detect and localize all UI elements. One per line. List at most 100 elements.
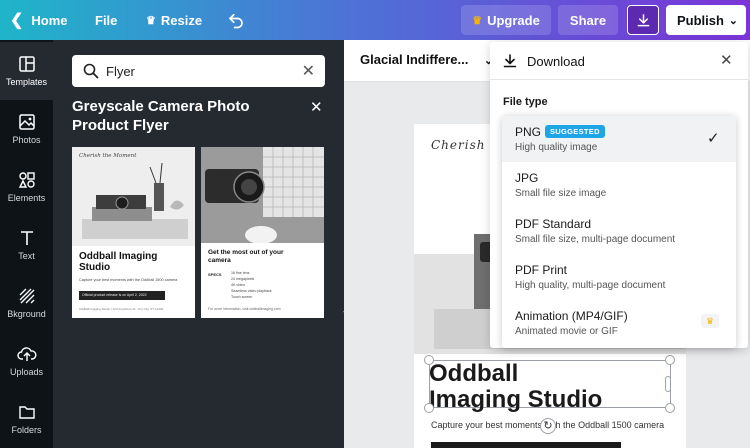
option-name: JPG <box>515 171 539 185</box>
thumb2-footer: For more information, visit oddballimagi… <box>208 307 281 311</box>
spec-item: Touch screen <box>231 295 253 299</box>
option-name: PNG <box>515 125 542 139</box>
crown-icon: ♛ <box>146 14 156 27</box>
file-type-label: File type <box>503 96 548 108</box>
file-type-option-pdf-print[interactable]: PDF Print High quality, multi-page docum… <box>502 254 736 300</box>
file-menu-button[interactable]: File <box>95 0 117 40</box>
search-box[interactable]: ✕ <box>72 55 325 87</box>
download-dropdown: Download ✕ File type PNG SUGGESTED High … <box>490 42 748 348</box>
crown-icon: ♛ <box>472 14 483 27</box>
thumb2-heading: Get the most out of your camera <box>208 249 284 264</box>
option-desc: Small file size image <box>515 188 607 199</box>
chevron-down-icon: ⌄ <box>728 14 738 27</box>
close-icon[interactable]: ✕ <box>720 51 733 69</box>
elements-icon <box>18 172 35 188</box>
chevron-left-icon: ❮ <box>10 12 24 29</box>
option-desc: High quality, multi-page document <box>515 280 666 291</box>
upgrade-button[interactable]: ♛ Upgrade <box>461 5 551 35</box>
resize-handle[interactable] <box>424 403 434 413</box>
template-thumbnail-back[interactable]: Get the most out of your camera SPECS 16… <box>201 147 324 318</box>
download-icon <box>637 13 649 26</box>
resize-handle[interactable] <box>424 355 434 365</box>
template-thumbnail-front[interactable]: Cherish the Moment Oddball Imaging Studi… <box>72 147 195 318</box>
resize-handle[interactable] <box>665 403 675 413</box>
camera-keyboard-photo <box>201 147 324 243</box>
rail-item-uploads[interactable]: Uploads <box>0 332 53 390</box>
premium-crown-icon: ♛ <box>701 314 719 328</box>
templates-panel: ✕ Greyscale Camera Photo Product Flyer ✕… <box>53 40 344 448</box>
home-button[interactable]: ❮ Home <box>10 0 68 40</box>
left-rail: Templates Photos Elements Text Bkground <box>0 40 53 448</box>
file-type-option-animation[interactable]: Animation (MP4/GIF) Animated movie or GI… <box>502 300 736 346</box>
rail-label: Photos <box>12 135 41 145</box>
rail-item-text[interactable]: Text <box>0 216 53 274</box>
resize-handle[interactable] <box>665 355 675 365</box>
rail-label: Text <box>18 251 35 261</box>
rail-item-photos[interactable]: Photos <box>0 100 53 158</box>
file-type-list: PNG SUGGESTED High quality image ✓ JPG S… <box>502 116 736 348</box>
publish-label: Publish <box>677 12 724 28</box>
page-release-bar <box>431 442 621 448</box>
option-desc: Animated movie or GIF <box>515 326 618 337</box>
rail-label: Uploads <box>9 367 44 377</box>
top-bar: ❮ Home File ♛ Resize ♛ Upgrade Share Pub… <box>0 0 750 40</box>
rail-item-elements[interactable]: Elements <box>0 158 53 216</box>
download-icon <box>503 54 517 68</box>
font-selector[interactable]: Glacial Indiffere... ⌄ <box>360 52 493 67</box>
resize-label: Resize <box>160 12 203 28</box>
share-button[interactable]: Share <box>558 5 618 35</box>
rail-item-templates[interactable]: Templates <box>0 42 53 100</box>
rail-label: Folders <box>11 425 42 435</box>
suggested-badge: SUGGESTED <box>545 125 605 138</box>
rail-item-background[interactable]: Bkground <box>0 274 53 332</box>
thumb-footer: Oddball Imaging Studio | 123 Anywhere St… <box>79 307 164 311</box>
search-icon <box>83 63 99 79</box>
file-label: File <box>95 12 118 28</box>
file-type-option-pdf-standard[interactable]: PDF Standard Small file size, multi-page… <box>502 208 736 254</box>
option-name: PDF Standard <box>515 217 592 231</box>
thumb2-spec-list: 16 fine lens 24 megapixels 4K video Seam… <box>231 270 272 300</box>
rail-label: Elements <box>7 193 46 203</box>
close-icon[interactable]: ✕ <box>310 98 323 116</box>
download-title: Download <box>527 54 585 69</box>
rail-item-folders[interactable]: Folders <box>0 390 53 448</box>
option-name: PDF Print <box>515 263 568 277</box>
thumb-title: Oddball Imaging Studio <box>79 251 158 273</box>
upgrade-label: Upgrade <box>487 12 540 28</box>
page-title-line1[interactable]: Oddball <box>429 361 518 387</box>
publish-button[interactable]: Publish ⌄ <box>666 5 746 35</box>
download-header: Download ✕ <box>490 42 748 80</box>
download-button[interactable] <box>627 5 659 35</box>
undo-icon <box>229 13 243 29</box>
rail-label: Bkground <box>7 309 46 319</box>
template-title: Greyscale Camera Photo Product Flyer <box>72 98 250 134</box>
checkmark-icon: ✓ <box>707 130 720 147</box>
rotate-handle[interactable]: ↻ <box>540 418 556 434</box>
background-icon <box>19 288 34 304</box>
thumb-tagline: Capture your best moments with the Oddba… <box>79 278 178 282</box>
photos-icon <box>18 114 35 130</box>
thumb2-specs-label: SPECS <box>208 272 222 277</box>
option-name: Animation (MP4/GIF) <box>515 309 628 323</box>
templates-icon <box>18 56 35 72</box>
share-label: Share <box>569 12 607 28</box>
camera-photo: Cherish the Moment <box>72 147 195 246</box>
resize-handle-side[interactable] <box>665 376 671 392</box>
file-type-option-jpg[interactable]: JPG Small file size image <box>502 162 736 208</box>
camera-illustration <box>82 162 188 239</box>
text-icon <box>20 231 33 245</box>
file-type-option-png[interactable]: PNG SUGGESTED High quality image ✓ <box>502 116 736 162</box>
option-desc: High quality image <box>515 142 598 153</box>
page-tagline[interactable]: Capture your best moments with the Oddba… <box>431 420 681 430</box>
undo-button[interactable] <box>227 0 245 40</box>
rail-label: Templates <box>5 77 48 87</box>
search-input[interactable] <box>106 63 286 79</box>
uploads-icon <box>16 347 36 361</box>
clear-search-icon[interactable]: ✕ <box>302 61 315 81</box>
page-title-line2[interactable]: Imaging Studio <box>429 387 602 413</box>
thumb-release-button: Official product release is on April 2, … <box>79 291 165 300</box>
home-label: Home <box>31 12 68 28</box>
resize-button[interactable]: ♛ Resize <box>146 0 202 40</box>
folders-icon <box>18 406 35 419</box>
option-desc: Small file size, multi-page document <box>515 234 676 245</box>
